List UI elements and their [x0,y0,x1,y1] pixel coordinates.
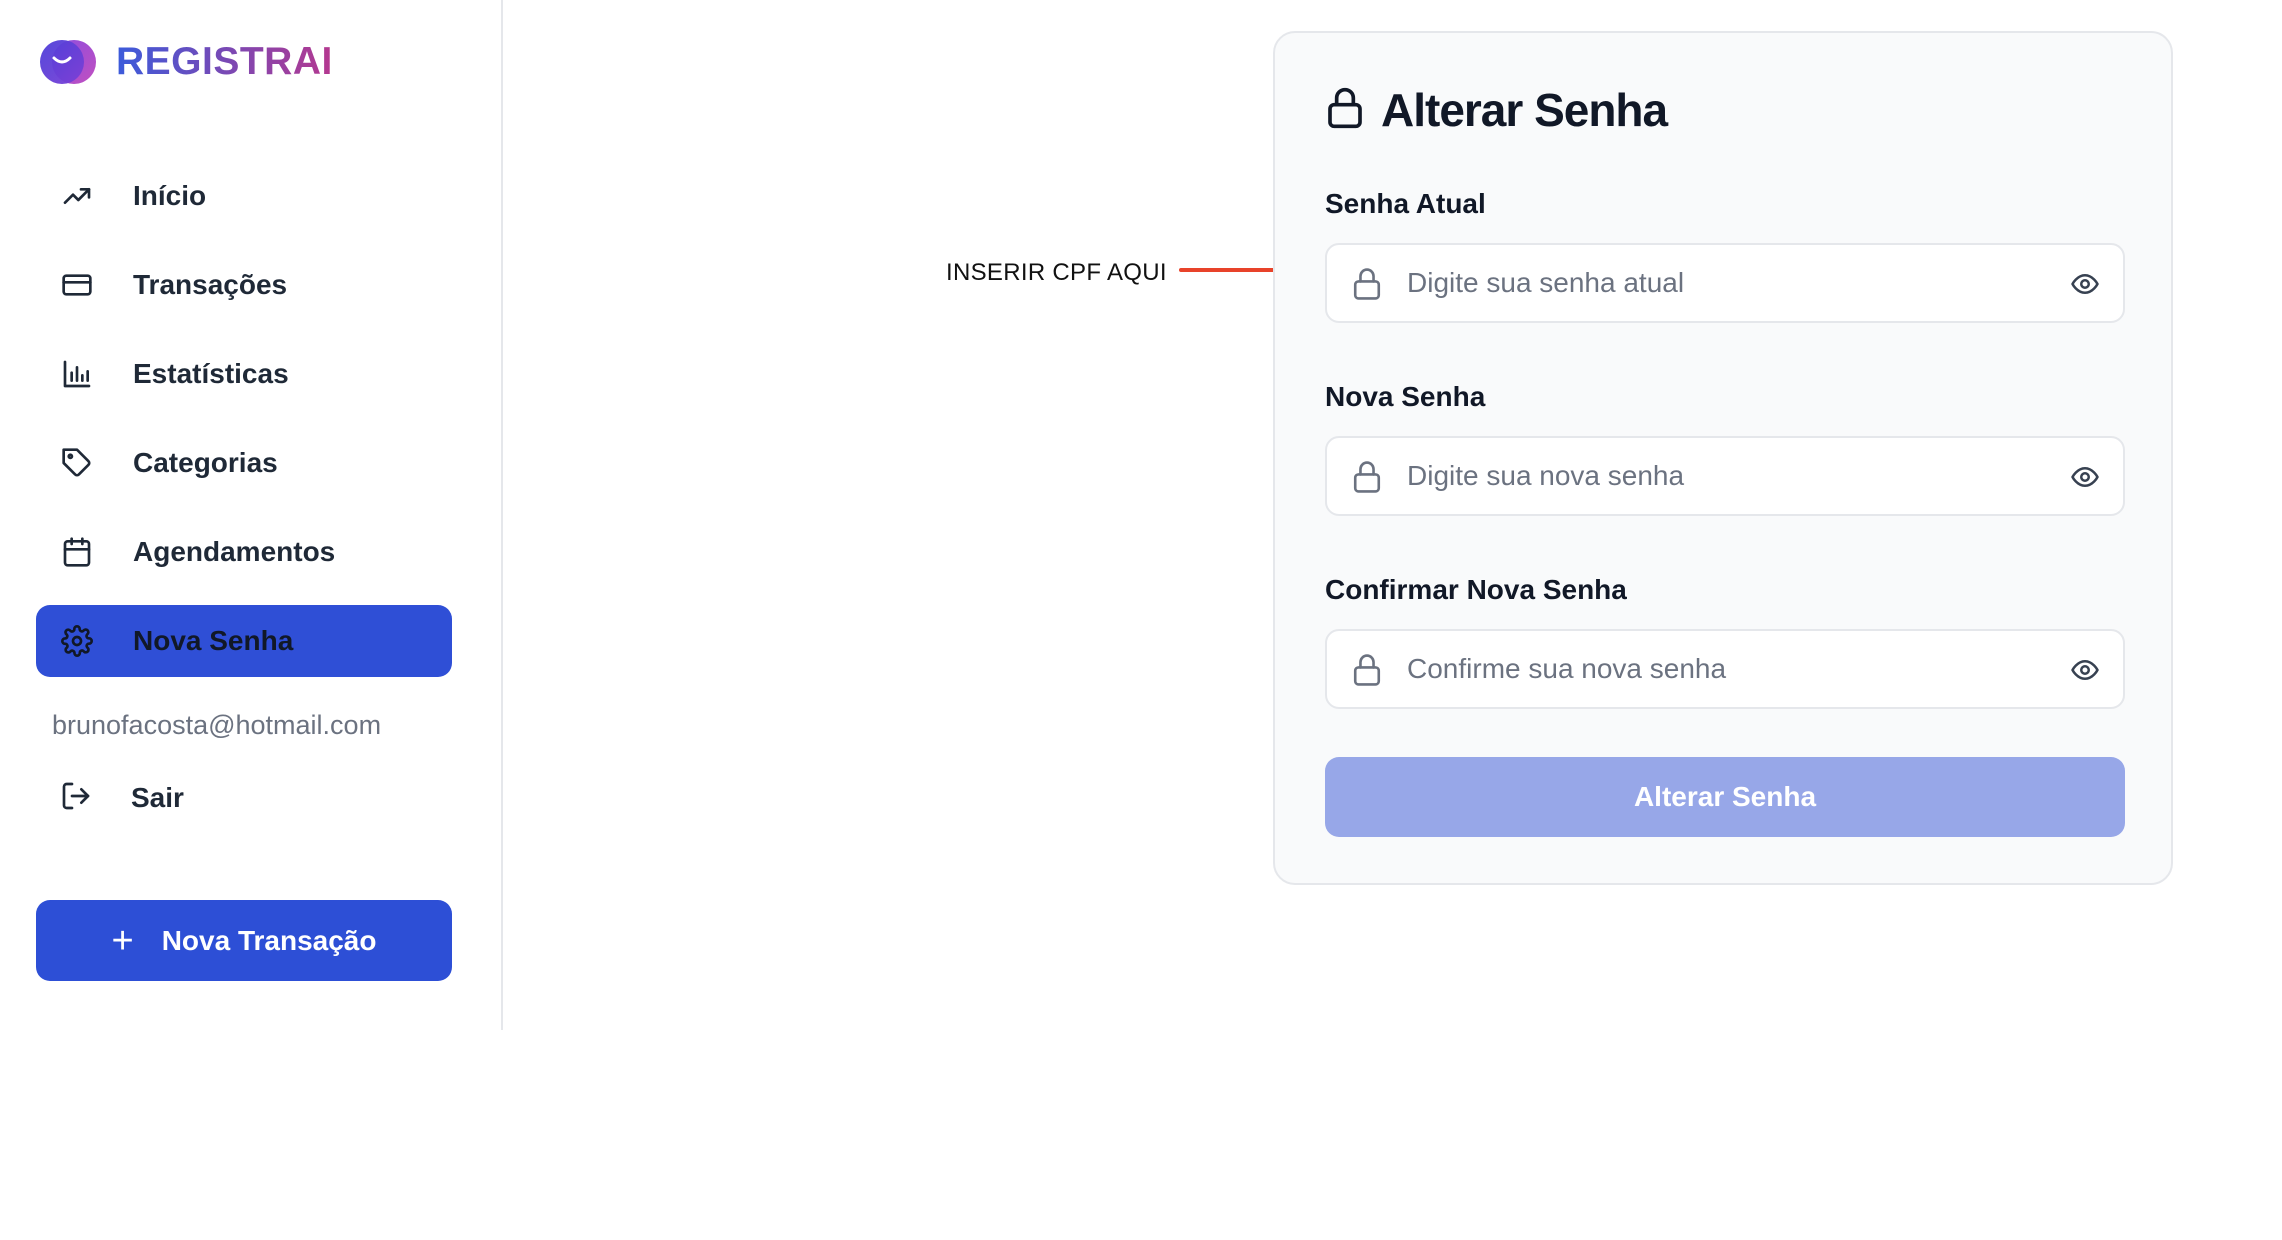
current-password-input[interactable] [1407,245,2047,321]
sidebar-item-label: Agendamentos [133,536,336,567]
credit-card-icon [60,268,94,302]
logout-icon [60,780,92,817]
app-name: REGISTRAI [116,40,333,83]
confirm-password-field [1325,629,2125,709]
gear-icon [60,624,94,658]
plus-icon: + [111,919,134,962]
change-password-card: Alterar Senha Senha Atual Nova Senha Con… [1273,31,2173,885]
logo-icon [38,36,98,88]
eye-icon[interactable] [2069,269,2101,304]
sidebar-item-transacoes[interactable]: Transações [36,249,452,321]
change-password-button[interactable]: Alterar Senha [1325,757,2125,837]
trending-up-icon [60,179,94,213]
bar-chart-icon [60,357,94,391]
sidebar-item-label: Nova Senha [133,625,294,656]
new-password-field [1325,436,2125,516]
annotation: INSERIR CPF AQUI [946,258,1305,287]
current-password-field [1325,243,2125,323]
new-transaction-label: Nova Transação [161,924,377,956]
confirm-password-label: Confirmar Nova Senha [1325,574,1627,605]
page-title: Alterar Senha [1381,84,1668,136]
logout-button[interactable]: Sair [36,762,452,834]
calendar-icon [60,535,94,569]
new-transaction-button[interactable]: + Nova Transação [36,900,452,981]
sidebar-item-label: Início [133,180,207,211]
current-password-label: Senha Atual [1325,188,1486,219]
sidebar-item-label: Estatísticas [133,358,289,389]
user-email: brunofacosta@hotmail.com [52,710,382,740]
new-password-input[interactable] [1407,438,2047,514]
sidebar-item-agendamentos[interactable]: Agendamentos [36,516,452,588]
change-password-button-label: Alterar Senha [1633,781,1817,812]
confirm-password-input[interactable] [1407,631,2047,707]
sidebar-nav: Início Transações Estatísticas Categoria… [36,160,452,694]
sidebar-item-categorias[interactable]: Categorias [36,427,452,499]
lock-icon [1351,653,1383,692]
annotation-text: INSERIR CPF AQUI [946,258,1167,286]
sidebar: REGISTRAI Início Transações Estatísticas… [0,0,503,1030]
sidebar-item-nova-senha[interactable]: Nova Senha [36,605,452,677]
logout-label: Sair [131,782,184,813]
eye-icon[interactable] [2069,655,2101,690]
sidebar-item-label: Transações [133,269,288,300]
app-logo[interactable]: REGISTRAI [38,36,333,88]
lock-icon [1351,460,1383,499]
lock-icon [1351,267,1383,306]
lock-icon [1325,86,1365,135]
new-password-label: Nova Senha [1325,381,1486,412]
sidebar-item-estatisticas[interactable]: Estatísticas [36,338,452,410]
card-header: Alterar Senha [1325,83,1668,137]
sidebar-item-inicio[interactable]: Início [36,160,452,232]
tag-icon [60,446,94,480]
sidebar-item-label: Categorias [133,447,278,478]
eye-icon[interactable] [2069,462,2101,497]
